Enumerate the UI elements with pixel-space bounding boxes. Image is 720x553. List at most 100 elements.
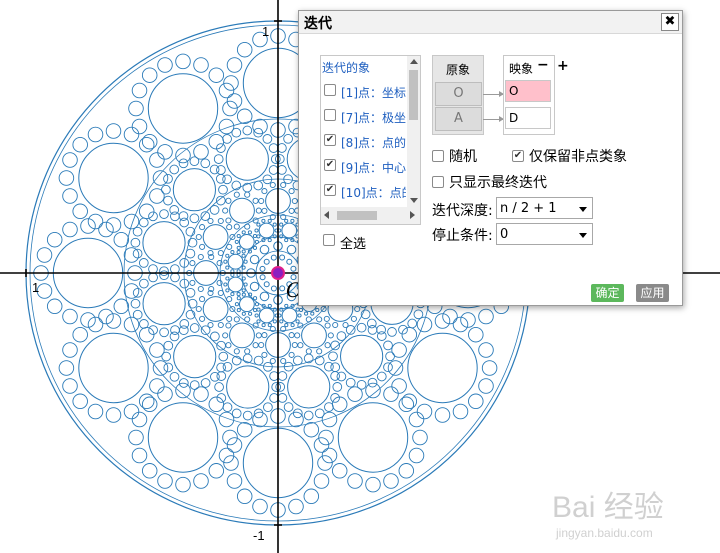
stop-combobox[interactable]: 0 [496,223,593,245]
source-point[interactable]: A [435,107,482,131]
list-item[interactable]: [8]点：点的 [322,130,406,152]
origin-point[interactable] [271,266,285,280]
fractal-circle [193,473,209,489]
fractal-circle [298,307,304,313]
fractal-circle [270,285,277,292]
fractal-circle [259,274,266,281]
list-item-checkbox[interactable] [324,184,336,196]
apply-button[interactable]: 应用 [636,284,669,302]
list-item-checkbox[interactable] [324,109,336,121]
fractal-circle [249,254,260,265]
list-item[interactable]: [9]点：中心 [322,155,406,177]
fractal-circle [170,264,180,274]
list-item[interactable]: [1]点：坐标 [322,80,406,102]
fractal-circle [157,386,173,402]
dialog-titlebar[interactable]: 迭代 ✖ [299,11,682,34]
scrollbar-thumb[interactable] [337,211,377,220]
fractal-circle [123,283,140,299]
fractal-circle [261,332,268,339]
image-point-field[interactable]: D [505,107,551,129]
scroll-up-icon[interactable] [410,59,418,64]
chevron-down-icon[interactable] [579,233,587,238]
scrollbar-thumb[interactable] [409,70,418,120]
scroll-down-icon[interactable] [410,198,418,203]
fractal-circle [147,73,219,144]
chevron-down-icon[interactable] [579,207,587,212]
fractal-circle [269,393,279,403]
depth-combobox[interactable]: n / 2 + 1 [496,197,593,219]
list-item[interactable]: [10]点：点的 [322,180,406,202]
fractal-circle [286,244,297,255]
fractal-circle [226,473,243,489]
fractal-circle [147,402,219,473]
keep-non-point-checkbox[interactable] [512,150,524,162]
fractal-circle [342,321,349,329]
fractal-circle [87,126,104,143]
fractal-circle [138,393,155,410]
final-only-option[interactable]: 只显示最终迭代 [432,172,547,192]
dialog-title: 迭代 [304,16,332,32]
fractal-circle [159,327,169,338]
random-label: 随机 [449,149,477,165]
select-all-box[interactable] [323,234,335,246]
fractal-circle [412,429,428,446]
fractal-circle [481,360,498,376]
fractal-circle [229,197,255,224]
final-only-label: 只显示最终迭代 [449,175,547,191]
fractal-circle [324,402,334,412]
fractal-circle [253,308,258,313]
list-item[interactable]: [7]点：极坐 [322,105,406,127]
iteration-image-list[interactable]: 迭代的象 [1]点：坐标 [7]点：极坐 [8]点：点的 [9]点：中心 [10… [320,55,421,225]
fractal-circle [270,254,277,261]
remove-mapping-button[interactable]: − [537,57,549,73]
fractal-circle [256,319,261,324]
fractal-circle [249,281,260,292]
list-horizontal-scrollbar[interactable] [321,207,420,224]
fractal-circle [197,285,204,293]
fractal-circle [268,143,279,153]
fractal-circle [259,291,270,302]
fractal-circle [303,410,314,421]
fractal-circle [202,224,229,250]
fractal-circle [161,184,171,195]
close-icon[interactable]: ✖ [661,13,679,31]
ok-button[interactable]: 确定 [591,284,624,302]
fractal-circle [323,315,330,322]
final-only-checkbox[interactable] [432,176,444,188]
stop-value: 0 [500,227,509,242]
list-item-checkbox[interactable] [324,84,336,96]
list-item-checkbox[interactable] [324,159,336,171]
fractal-circle [157,473,173,489]
fractal-circle [222,207,229,214]
fractal-circle [169,205,180,215]
depth-label: 迭代深度: [432,203,493,219]
fractal-circle [304,311,309,316]
fractal-circle [148,272,158,283]
random-checkbox[interactable] [432,150,444,162]
fractal-circle [337,402,409,473]
fractal-circle [193,57,209,73]
fractal-circle [356,379,367,390]
scroll-right-icon[interactable] [410,211,415,219]
fractal-circle [163,362,174,373]
fractal-circle [175,53,191,70]
add-mapping-button[interactable]: + [557,58,569,74]
keep-non-point-option[interactable]: 仅保留非点类象 [512,146,627,166]
list-item-checkbox[interactable] [324,134,336,146]
list-vertical-scrollbar[interactable] [407,56,420,207]
image-point-field[interactable]: O [505,80,551,102]
fractal-circle [233,223,240,230]
fractal-circle [222,174,232,185]
fractal-circle [163,340,174,351]
fractal-circle [161,351,172,362]
random-option[interactable]: 随机 [432,146,477,166]
fractal-circle [279,222,284,227]
fractal-circle [290,323,295,328]
fractal-circle [269,181,276,189]
fractal-circle [123,247,140,263]
fractal-circle [185,287,196,298]
source-point[interactable]: O [435,82,482,106]
scroll-left-icon[interactable] [324,211,329,219]
fractal-circle [139,278,149,289]
fractal-circle [226,57,243,73]
